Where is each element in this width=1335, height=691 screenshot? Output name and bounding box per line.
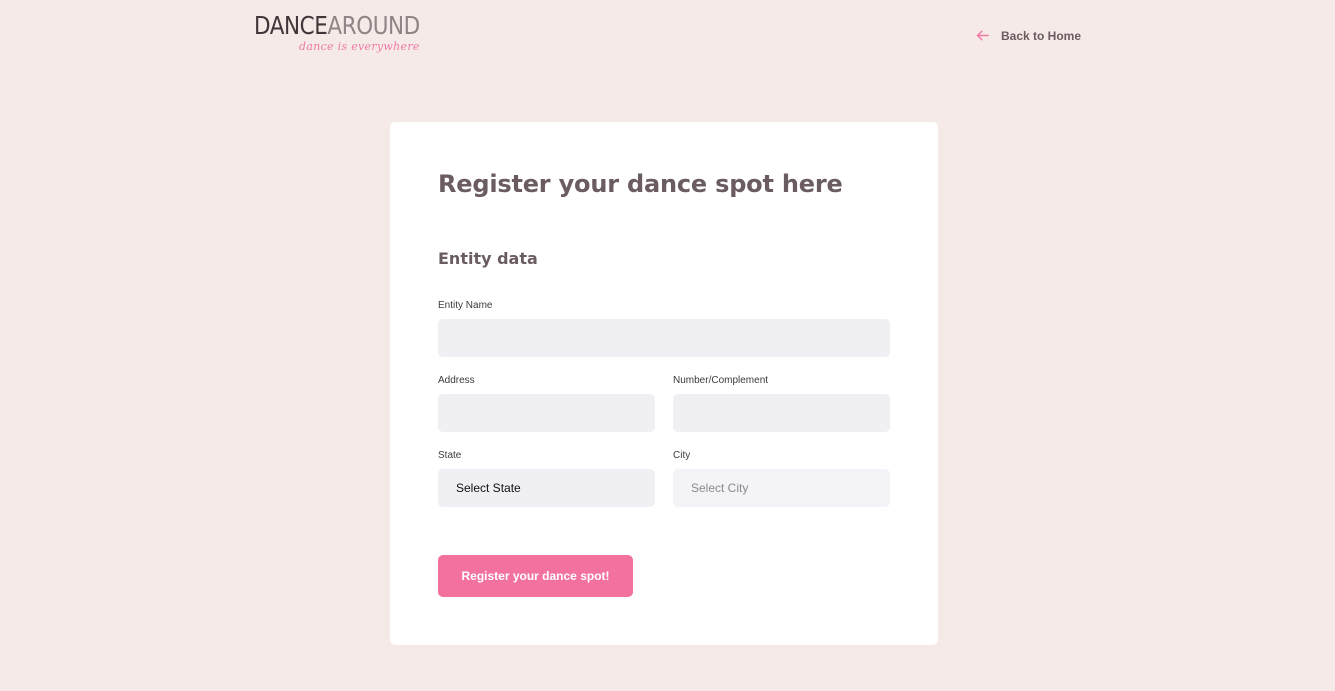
entity-name-input[interactable] xyxy=(438,319,890,357)
logo-word-around: AROUND xyxy=(327,11,420,40)
page-title: Register your dance spot here xyxy=(438,170,843,198)
register-submit-button[interactable]: Register your dance spot! xyxy=(438,555,633,597)
section-title-entity-data: Entity data xyxy=(438,249,538,268)
number-complement-input[interactable] xyxy=(673,394,890,432)
address-label: Address xyxy=(438,375,475,386)
state-select-value: Select State xyxy=(456,481,521,495)
back-to-home-label: Back to Home xyxy=(1001,28,1082,43)
arrow-left-icon xyxy=(976,30,989,41)
logo-word-dance: DANCE xyxy=(254,11,328,40)
register-form: Register your dance spot here Entity dat… xyxy=(438,122,890,645)
entity-name-label: Entity Name xyxy=(438,300,493,311)
back-to-home-link[interactable]: Back to Home xyxy=(974,27,1081,44)
city-select-value: Select City xyxy=(691,481,749,495)
city-label: City xyxy=(673,450,691,461)
page: DANCEAROUND dance is everywhere Back to … xyxy=(0,0,1335,691)
number-complement-label: Number/Complement xyxy=(673,375,769,386)
register-card: Register your dance spot here Entity dat… xyxy=(390,122,938,645)
state-label: State xyxy=(438,450,462,461)
city-select[interactable]: Select City xyxy=(673,469,890,507)
state-select[interactable]: Select State xyxy=(438,469,655,507)
brand-logo[interactable]: DANCEAROUND dance is everywhere xyxy=(254,11,420,64)
logo-tagline: dance is everywhere xyxy=(299,40,420,53)
logo-wordmark: DANCEAROUND xyxy=(254,11,420,40)
address-input[interactable] xyxy=(438,394,655,432)
